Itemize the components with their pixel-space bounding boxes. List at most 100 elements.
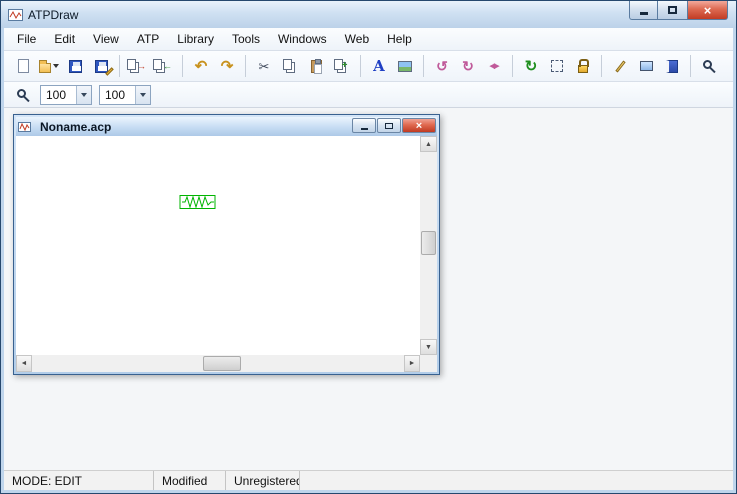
status-registration: Unregistered [226,471,300,490]
minimize-icon [639,12,648,15]
statusbar: MODE: EDIT Modified Unregistered [4,470,733,490]
library-button[interactable] [659,54,685,79]
main-toolbar: → ← ↶ ↷ ✂ + A ↺ ↻ ◀▶ ↻ [4,51,733,82]
edit-button[interactable] [607,54,633,79]
close-button[interactable]: × [687,1,728,20]
open-folder-icon [39,57,59,75]
drawing-canvas[interactable] [16,136,420,355]
save-button[interactable] [62,54,88,79]
resistor-component[interactable] [179,192,217,212]
lock-button[interactable] [570,54,596,79]
zoom-button[interactable] [696,54,722,79]
menu-view[interactable]: View [84,29,128,49]
export-icon: ← [153,57,174,75]
chevron-down-icon[interactable] [76,85,91,104]
text-button[interactable]: A [366,54,392,79]
export-button[interactable]: ← [151,54,177,79]
undo-button[interactable]: ↶ [188,54,214,79]
atpdraw-window: ATPDraw × File Edit View ATP Library Too… [0,0,737,494]
new-button[interactable] [10,54,36,79]
redo-button[interactable]: ↷ [214,54,240,79]
zoom-toolbar: 100 100 [4,82,733,108]
toolbar-separator [182,55,183,77]
new-document-icon [13,57,33,75]
cut-button[interactable]: ✂ [251,54,277,79]
menu-edit[interactable]: Edit [45,29,84,49]
save-as-icon [91,57,114,76]
scroll-down-icon[interactable]: ▼ [420,339,437,355]
toolbar-separator [423,55,424,77]
image-button[interactable] [392,54,418,79]
zoom-y-combo[interactable]: 100 [99,84,151,105]
open-button[interactable] [36,54,62,79]
toolbar-separator [512,55,513,77]
zoom-x-value: 100 [46,87,67,102]
document-titlebar[interactable]: Noname.acp × [16,117,437,136]
copy-button[interactable] [277,54,303,79]
import-button[interactable]: → [125,54,151,79]
rotate-left-icon: ↺ [436,58,448,74]
preview-button[interactable] [633,54,659,79]
minimize-button[interactable] [629,1,658,20]
refresh-button[interactable]: ↻ [518,54,544,79]
vertical-scroll-thumb[interactable] [421,230,436,255]
window-title: ATPDraw [28,7,79,22]
document-window-controls: × [352,118,436,133]
selection-icon [547,57,567,75]
pencil-icon [610,57,630,75]
maximize-icon [668,6,677,14]
document-icon [18,121,31,133]
document-window: Noname.acp × ▲ ▼ ◄ ► [13,114,440,375]
undo-icon: ↶ [194,57,208,75]
import-icon: → [127,57,148,75]
horizontal-scroll-thumb[interactable] [203,356,242,371]
save-as-button[interactable] [88,54,114,79]
rotate-right-button[interactable]: ↻ [455,54,481,79]
flip-icon: ◀▶ [489,62,500,70]
scroll-left-icon[interactable]: ◄ [16,355,32,372]
cut-icon: ✂ [258,58,270,74]
copy-icon [280,57,300,75]
menu-file[interactable]: File [8,29,45,49]
scrollbar-corner [420,355,437,372]
titlebar[interactable]: ATPDraw × [1,1,736,28]
maximize-icon [385,122,393,129]
rotate-left-button[interactable]: ↺ [429,54,455,79]
magnifier-icon [699,57,719,75]
maximize-button[interactable] [658,1,687,20]
menu-windows[interactable]: Windows [269,29,336,49]
lock-icon [573,57,593,75]
zoom-x-combo[interactable]: 100 [40,84,92,105]
redo-icon: ↷ [220,57,234,75]
monitor-icon [636,57,656,75]
flip-button[interactable]: ◀▶ [481,54,507,79]
document-body: ▲ ▼ ◄ ► [16,136,437,372]
select-region-button[interactable] [544,54,570,79]
vertical-scroll-track[interactable] [420,152,437,339]
menu-help[interactable]: Help [378,29,421,49]
document-maximize-button[interactable] [377,118,401,133]
scroll-right-icon[interactable]: ► [404,355,420,372]
chevron-down-icon [53,64,59,68]
menu-tools[interactable]: Tools [223,29,269,49]
image-icon [395,57,415,75]
status-filler [300,471,733,490]
scroll-up-icon[interactable]: ▲ [420,136,437,152]
duplicate-icon: + [332,57,352,75]
zoom-magnifier-icon [13,86,33,104]
document-close-button[interactable]: × [402,118,436,133]
horizontal-scrollbar[interactable]: ◄ ► [16,355,420,372]
toolbar-separator [601,55,602,77]
menu-atp[interactable]: ATP [128,29,168,49]
paste-button[interactable] [303,54,329,79]
client-area: File Edit View ATP Library Tools Windows… [4,28,733,490]
menu-library[interactable]: Library [168,29,223,49]
document-minimize-button[interactable] [352,118,376,133]
chevron-down-icon[interactable] [135,85,150,104]
text-icon: A [373,56,385,75]
duplicate-button[interactable]: + [329,54,355,79]
toolbar-separator [360,55,361,77]
horizontal-scroll-track[interactable] [32,355,404,372]
menu-web[interactable]: Web [336,29,378,49]
vertical-scrollbar[interactable]: ▲ ▼ [420,136,437,355]
